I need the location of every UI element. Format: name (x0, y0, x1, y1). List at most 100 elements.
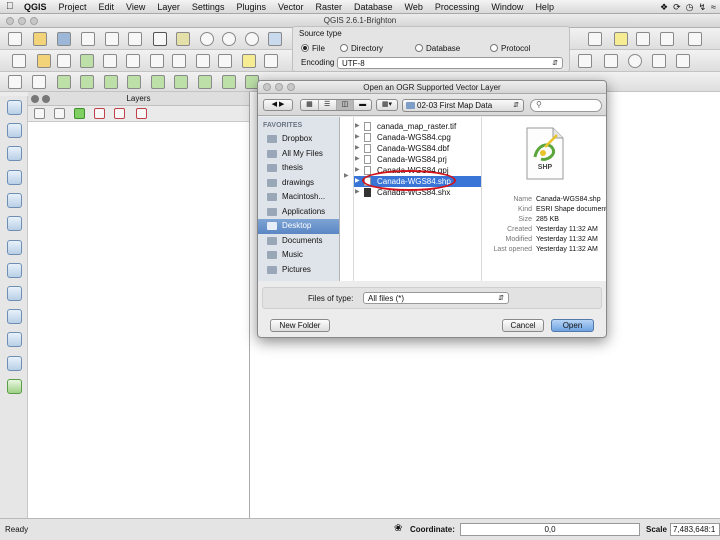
list-view-icon[interactable]: ☰ (319, 100, 337, 110)
digitize-icon-6[interactable] (174, 75, 188, 89)
cancel-button[interactable]: Cancel (502, 319, 544, 332)
zoom-in-icon[interactable] (200, 32, 214, 46)
dropbox-icon[interactable]: ❖ (660, 2, 668, 13)
open-button[interactable]: Open (551, 319, 594, 332)
zoom-full-icon[interactable] (268, 32, 282, 46)
layer-style-icon[interactable] (34, 108, 45, 119)
coordinate-toggle-icon[interactable]: ❀ (394, 523, 402, 534)
pan-to-selection-icon[interactable] (176, 32, 190, 46)
expand-all-icon[interactable] (94, 108, 105, 119)
save-edits-icon[interactable] (57, 54, 71, 68)
dialog-minimize-button[interactable] (275, 83, 283, 91)
file-item[interactable]: ▶ Canada-WGS84.prj (354, 154, 481, 165)
sidebar-item-dropbox[interactable]: Dropbox (258, 132, 339, 147)
view-mode-buttons[interactable]: ▦ ☰ ◫ ▬ (300, 99, 372, 111)
add-wms-layer-icon[interactable] (7, 216, 22, 231)
menu-qgis[interactable]: QGIS (18, 0, 53, 14)
undo-icon[interactable] (8, 75, 22, 89)
attribute-table-icon[interactable] (588, 32, 602, 46)
parent-column[interactable]: ▶ (340, 117, 354, 281)
source-protocol-radio[interactable]: Protocol (490, 44, 530, 53)
menu-web[interactable]: Web (399, 0, 429, 14)
save-project-icon[interactable] (57, 32, 71, 46)
close-panel-icon[interactable] (31, 95, 39, 103)
digitize-icon-1[interactable] (57, 75, 71, 89)
minimize-window-button[interactable] (18, 17, 26, 25)
sidebar-item-music[interactable]: Music (258, 248, 339, 263)
save-as-icon[interactable] (81, 32, 95, 46)
search-field[interactable]: ⚲ (530, 99, 602, 112)
add-spatialite-layer-icon[interactable] (7, 170, 22, 185)
file-item[interactable]: ▶ Canada-WGS84.cpg (354, 132, 481, 143)
add-postgis-layer-icon[interactable] (7, 146, 22, 161)
menu-vector[interactable]: Vector (272, 0, 310, 14)
source-database-radio[interactable]: Database (415, 44, 460, 53)
source-directory-radio[interactable]: Directory (340, 44, 383, 53)
paste-features-icon[interactable] (218, 54, 232, 68)
menu-view[interactable]: View (120, 0, 151, 14)
digitize-icon-4[interactable] (127, 75, 141, 89)
back-forward-buttons[interactable]: ◀ ▶ (263, 99, 293, 111)
digitize-icon-7[interactable] (198, 75, 212, 89)
georeferencer-icon[interactable] (7, 379, 22, 394)
sidebar-item-applications[interactable]: Applications (258, 205, 339, 220)
copy-features-icon[interactable] (196, 54, 210, 68)
sidebar-item-all-my-files[interactable]: All My Files (258, 147, 339, 162)
zoom-actual-icon[interactable] (245, 32, 259, 46)
cut-features-icon[interactable] (172, 54, 186, 68)
add-wcs-layer-icon[interactable] (7, 240, 22, 255)
menu-project[interactable]: Project (53, 0, 93, 14)
toggle-editing-icon[interactable] (37, 54, 51, 68)
path-popup[interactable]: 02-03 First Map Data ⇵ (402, 99, 524, 112)
redo-icon[interactable] (32, 75, 46, 89)
sidebar-item-documents[interactable]: Documents (258, 234, 339, 249)
new-shapefile-icon[interactable] (7, 309, 22, 324)
add-mssql-layer-icon[interactable] (7, 193, 22, 208)
column-view-icon[interactable]: ◫ (336, 100, 355, 110)
new-print-composer-icon[interactable] (105, 32, 119, 46)
toolbar-icon-c[interactable] (628, 54, 642, 68)
coverflow-view-icon[interactable]: ▬ (354, 100, 371, 110)
zoom-window-button[interactable] (30, 17, 38, 25)
sidebar-item-desktop[interactable]: Desktop (258, 219, 339, 234)
menu-help[interactable]: Help (529, 0, 560, 14)
pan-hand-icon[interactable] (153, 32, 167, 46)
digitize-icon-8[interactable] (222, 75, 236, 89)
source-file-radio[interactable]: File (301, 44, 325, 53)
dialog-zoom-button[interactable] (287, 83, 295, 91)
add-feature-icon[interactable] (80, 54, 94, 68)
label-pin-icon[interactable] (242, 54, 256, 68)
menu-settings[interactable]: Settings (186, 0, 231, 14)
open-project-icon[interactable] (33, 32, 47, 46)
encoding-select[interactable]: UTF-8 ⇵ (337, 57, 563, 69)
sidebar-item-thesis[interactable]: thesis (258, 161, 339, 176)
digitize-icon-2[interactable] (80, 75, 94, 89)
delete-selected-icon[interactable] (150, 54, 164, 68)
sync-icon[interactable]: ⟳ (673, 2, 681, 13)
sidebar-item-pictures[interactable]: Pictures (258, 263, 339, 278)
toolbar-icon-b[interactable] (604, 54, 618, 68)
files-of-type-select[interactable]: All files (*) ⇵ (363, 292, 509, 304)
layer-visibility-icon[interactable] (54, 108, 65, 119)
add-delimited-text-icon[interactable] (7, 286, 22, 301)
composer-manager-icon[interactable] (128, 32, 142, 46)
collapse-all-icon[interactable] (114, 108, 125, 119)
annotation-icon[interactable] (614, 32, 628, 46)
new-folder-button[interactable]: New Folder (270, 319, 330, 332)
float-panel-icon[interactable] (42, 95, 50, 103)
menu-edit[interactable]: Edit (93, 0, 121, 14)
move-feature-icon[interactable] (103, 54, 117, 68)
add-vector-layer-icon[interactable] (7, 100, 22, 115)
coordinate-field[interactable]: 0,0 (460, 523, 640, 536)
menu-plugins[interactable]: Plugins (230, 0, 272, 14)
menu-window[interactable]: Window (485, 0, 529, 14)
node-tool-icon[interactable] (126, 54, 140, 68)
menu-database[interactable]: Database (348, 0, 399, 14)
dialog-close-button[interactable] (263, 83, 271, 91)
arrange-menu-icon[interactable]: ▦▾ (376, 99, 398, 111)
new-project-icon[interactable] (8, 32, 22, 46)
remove-layer-icon[interactable] (136, 108, 147, 119)
text-annotation-icon[interactable] (636, 32, 650, 46)
filter-legend-icon[interactable] (74, 108, 85, 119)
current-edits-icon[interactable] (12, 54, 26, 68)
